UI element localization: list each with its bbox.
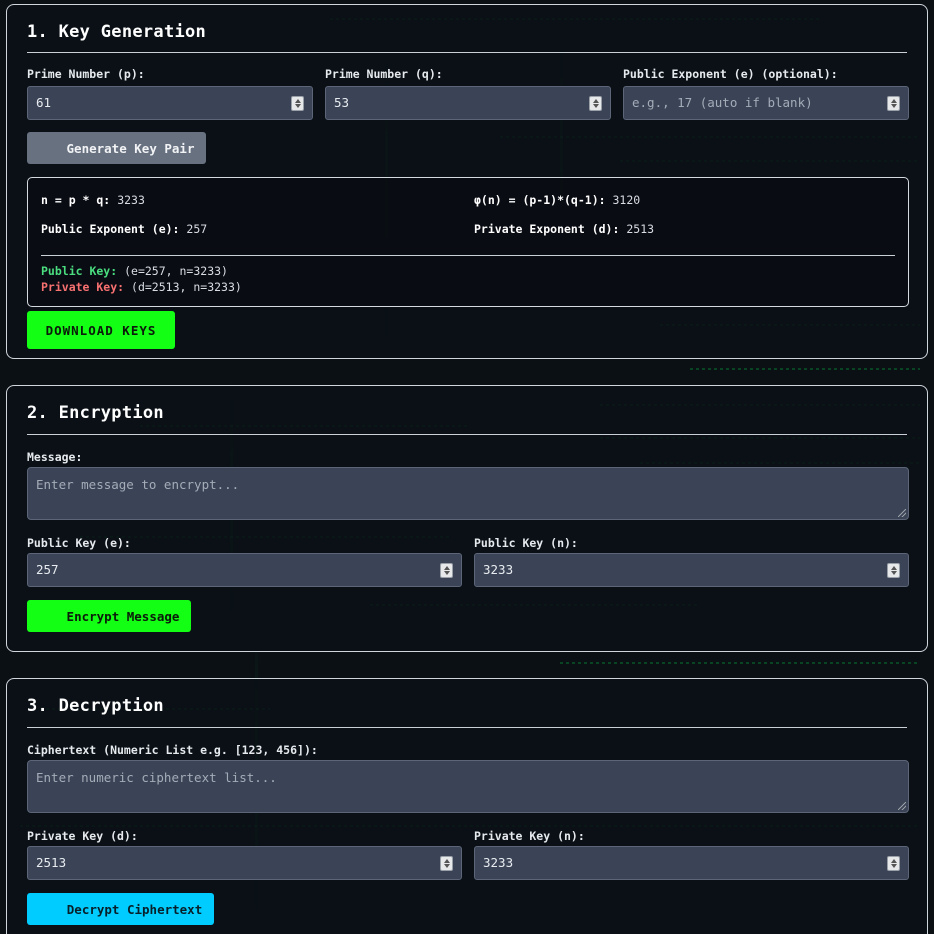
prime-q-input[interactable]: 53 xyxy=(325,86,611,120)
private-key-d-label: Private Key (d): xyxy=(27,829,138,843)
public-exponent-input[interactable]: e.g., 17 (auto if blank) xyxy=(623,86,909,120)
encryption-card: 2. Encryption Message: Enter message to … xyxy=(6,385,928,652)
divider xyxy=(27,434,907,435)
divider xyxy=(27,52,907,53)
prime-p-label: Prime Number (p): xyxy=(27,67,145,81)
ciphertext-textarea[interactable]: Enter numeric ciphertext list... xyxy=(27,760,909,813)
private-key-d-input[interactable]: 2513 xyxy=(27,846,462,880)
phi-label: φ(n) = (p-1)*(q-1): xyxy=(474,193,606,207)
private-key-value: (d=2513, n=3233) xyxy=(131,280,242,294)
prime-p-value: 61 xyxy=(36,95,52,110)
decrypt-ciphertext-label: Decrypt Ciphertext xyxy=(66,901,203,917)
private-key-n-input[interactable]: 3233 xyxy=(474,846,909,880)
public-key-n-value: 3233 xyxy=(483,562,514,577)
spinner-icon[interactable] xyxy=(887,563,900,578)
download-keys-label: DOWNLOAD KEYS xyxy=(45,322,157,338)
unlock-icon xyxy=(39,902,53,916)
spinner-icon[interactable] xyxy=(887,96,900,111)
divider xyxy=(41,255,895,256)
public-key-line: Public Key: (e=257, n=3233) xyxy=(41,264,228,278)
prime-q-value: 53 xyxy=(334,95,350,110)
divider xyxy=(27,727,907,728)
phi-value: 3120 xyxy=(612,193,641,207)
public-key-e-label: Public Key (e): xyxy=(27,536,131,550)
private-key-label: Private Key: xyxy=(41,280,125,294)
resize-grip-icon[interactable] xyxy=(898,509,906,517)
ciphertext-placeholder: Enter numeric ciphertext list... xyxy=(36,770,277,785)
e-result: Public Exponent (e): 257 xyxy=(41,222,207,236)
public-exponent-placeholder: e.g., 17 (auto if blank) xyxy=(632,95,813,110)
d-result: Private Exponent (d): 2513 xyxy=(474,222,654,236)
encrypt-message-button[interactable]: Encrypt Message xyxy=(27,600,191,632)
message-textarea[interactable]: Enter message to encrypt... xyxy=(27,467,909,520)
public-key-label: Public Key: xyxy=(41,264,118,278)
decryption-card: 3. Decryption Ciphertext (Numeric List e… xyxy=(6,678,928,934)
encrypt-message-label: Encrypt Message xyxy=(66,608,180,624)
spinner-icon[interactable] xyxy=(291,96,304,111)
n-label: n = p * q: xyxy=(41,193,111,207)
key-results-panel: n = p * q: 3233 φ(n) = (p-1)*(q-1): 3120… xyxy=(27,177,909,307)
d-label: Private Exponent (d): xyxy=(474,222,620,236)
decrypt-ciphertext-button[interactable]: Decrypt Ciphertext xyxy=(27,893,214,925)
spinner-icon[interactable] xyxy=(887,856,900,871)
encryption-title: 2. Encryption xyxy=(27,403,164,423)
phi-result: φ(n) = (p-1)*(q-1): 3120 xyxy=(474,193,640,207)
spinner-icon[interactable] xyxy=(440,563,453,578)
spinner-icon[interactable] xyxy=(440,856,453,871)
key-generation-card: 1. Key Generation Prime Number (p): 61 P… xyxy=(6,4,928,359)
prime-p-input[interactable]: 61 xyxy=(27,86,313,120)
prime-q-label: Prime Number (q): xyxy=(325,67,443,81)
public-key-n-input[interactable]: 3233 xyxy=(474,553,909,587)
n-value: 3233 xyxy=(117,193,145,207)
generate-key-pair-label: Generate Key Pair xyxy=(66,140,195,156)
message-placeholder: Enter message to encrypt... xyxy=(36,477,240,492)
n-result: n = p * q: 3233 xyxy=(41,193,145,207)
spinner-icon[interactable] xyxy=(589,96,602,111)
public-key-e-input[interactable]: 257 xyxy=(27,553,462,587)
private-key-d-value: 2513 xyxy=(36,855,67,870)
message-label: Message: xyxy=(27,450,83,464)
resize-grip-icon[interactable] xyxy=(898,802,906,810)
d-value: 2513 xyxy=(626,222,655,236)
generate-key-pair-button[interactable]: Generate Key Pair xyxy=(27,132,206,164)
key-icon xyxy=(39,141,53,155)
public-key-value: (e=257, n=3233) xyxy=(124,264,228,278)
lock-icon xyxy=(39,609,53,623)
private-key-line: Private Key: (d=2513, n=3233) xyxy=(41,280,242,294)
public-key-n-label: Public Key (n): xyxy=(474,536,578,550)
private-key-n-value: 3233 xyxy=(483,855,514,870)
e-label: Public Exponent (e): xyxy=(41,222,180,236)
public-key-e-value: 257 xyxy=(36,562,59,577)
ciphertext-label: Ciphertext (Numeric List e.g. [123, 456]… xyxy=(27,743,318,757)
download-keys-button[interactable]: DOWNLOAD KEYS xyxy=(27,311,175,349)
decryption-title: 3. Decryption xyxy=(27,696,164,716)
key-generation-title: 1. Key Generation xyxy=(27,22,207,42)
public-exponent-label: Public Exponent (e) (optional): xyxy=(623,67,838,81)
private-key-n-label: Private Key (n): xyxy=(474,829,585,843)
e-value: 257 xyxy=(186,222,208,236)
